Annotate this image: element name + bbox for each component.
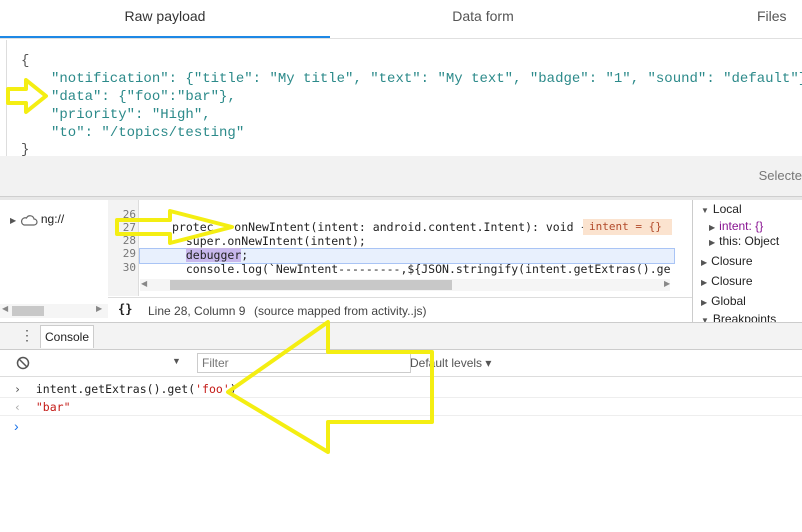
annotation-arrow-method [115,209,234,245]
annotation-overlay [6,78,434,454]
annotation-arrow-console [226,320,434,454]
annotation-arrow-data [6,78,48,114]
